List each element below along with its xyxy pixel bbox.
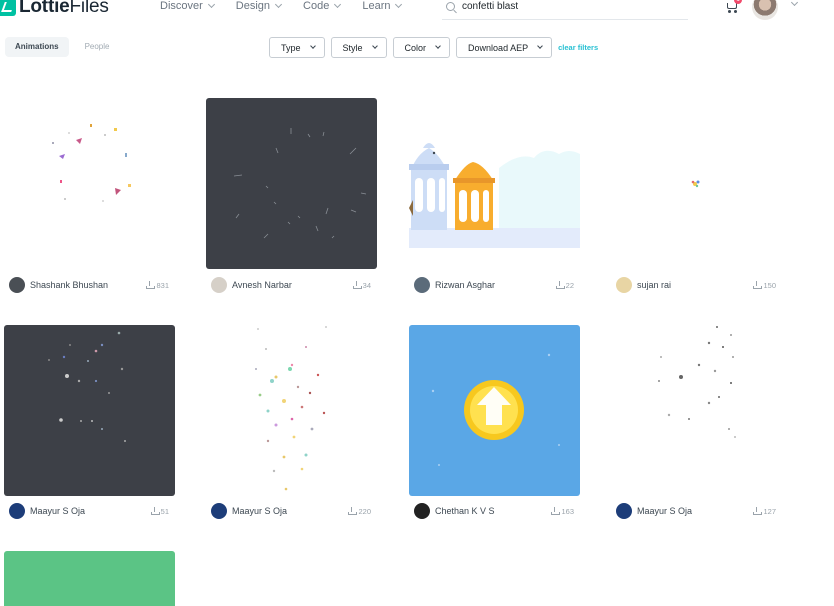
user-menu-chevron-down-icon[interactable] [790,0,799,7]
download-icon [348,507,358,515]
download-count: 831 [146,281,169,290]
chevron-down-icon [309,42,316,49]
tab-animations[interactable]: Animations [5,37,69,57]
card-meta: Avnesh Narbar 34 [206,277,377,293]
chevron-down-icon [537,42,543,49]
download-icon [150,507,160,515]
card-meta: Shashank Bhushan 831 [4,277,175,293]
author-name[interactable]: Maayur S Oja [30,506,151,516]
author-avatar[interactable] [414,277,430,293]
author-avatar[interactable] [211,503,227,519]
lottiefiles-logo[interactable]: LottieFiles [0,0,109,18]
author-name[interactable]: Maayur S Oja [232,506,348,516]
cart-button[interactable]: 1 [726,0,742,14]
colorful-confetti-preview [255,326,327,491]
chevron-down-icon [435,42,441,49]
cart-icon [727,3,737,9]
logo-text: LottieFiles [19,0,109,17]
download-count: 127 [753,507,776,516]
lottiefiles-logo-icon [0,0,16,16]
result-tabs: Animations People [5,37,119,57]
chevron-down-icon [371,42,378,49]
search-icon[interactable] [446,2,455,11]
confetti-burst-preview [233,128,367,239]
author-name[interactable]: Chethan K V S [435,506,551,516]
search-bar [442,0,688,20]
user-avatar[interactable] [752,0,778,20]
card-meta: Maayur S Oja 220 [206,503,377,519]
author-avatar[interactable] [616,277,632,293]
author-name[interactable]: Rizwan Asghar [435,280,556,290]
upgrade-coin-preview [431,353,560,466]
mosque-illustration-preview [409,143,580,248]
card-meta: Maayur S Oja 127 [611,503,782,519]
download-count: 163 [551,507,574,516]
author-name[interactable]: sujan rai [637,280,753,290]
small-burst-preview [691,180,700,188]
card-meta: Rizwan Asghar 22 [409,277,580,293]
download-count: 22 [555,281,574,290]
download-count: 34 [352,281,371,290]
sparse-confetti-preview [658,326,736,438]
download-icon [555,281,565,289]
download-icon [551,507,561,515]
author-name[interactable]: Maayur S Oja [637,506,753,516]
clear-filters-link[interactable]: clear filters [558,43,598,52]
author-name[interactable]: Avnesh Narbar [232,280,353,290]
main-nav: Discover Design Code Learn [160,0,423,12]
cart-count-badge: 1 [734,0,742,4]
download-icon [753,507,763,515]
animation-preview[interactable] [4,98,175,269]
author-avatar[interactable] [211,277,227,293]
confetti-ring-preview [52,124,131,202]
author-name[interactable]: Shashank Bhushan [30,280,146,290]
animation-preview[interactable] [611,325,782,496]
download-icon [352,281,362,289]
filter-bar: Type Style Color Download AEP clear filt… [269,37,598,58]
download-icon [146,281,156,289]
cart-wheel [728,10,731,13]
nav-design[interactable]: Design [236,0,283,12]
chevron-down-icon [207,0,215,8]
animation-preview[interactable] [4,551,175,606]
animation-preview[interactable] [206,325,377,496]
download-count: 51 [150,507,169,516]
download-aep-filter-dropdown[interactable]: Download AEP [456,37,553,58]
animation-preview[interactable] [409,325,580,496]
author-avatar[interactable] [9,277,25,293]
search-input[interactable] [462,1,682,12]
type-filter-dropdown[interactable]: Type [269,37,325,58]
dark-confetti-preview [48,331,126,442]
cart-wheel [734,10,737,13]
tab-people[interactable]: People [75,37,120,57]
animation-preview[interactable] [611,98,782,269]
card-meta: Chethan K V S 163 [409,503,580,519]
nav-discover[interactable]: Discover [160,0,215,12]
nav-code[interactable]: Code [303,0,342,12]
chevron-down-icon [395,0,403,8]
author-avatar[interactable] [9,503,25,519]
animation-preview[interactable] [4,325,175,496]
card-meta: sujan rai 150 [611,277,782,293]
style-filter-dropdown[interactable]: Style [330,37,387,58]
chevron-down-icon [275,0,283,8]
download-count: 220 [348,507,371,516]
card-meta: Maayur S Oja 51 [4,503,175,519]
author-avatar[interactable] [616,503,632,519]
download-count: 150 [753,281,776,290]
author-avatar[interactable] [414,503,430,519]
nav-learn[interactable]: Learn [362,0,403,12]
animation-preview[interactable] [409,98,580,269]
chevron-down-icon [334,0,342,8]
animation-preview[interactable] [206,98,377,269]
color-filter-dropdown[interactable]: Color [392,37,451,58]
download-icon [753,281,763,289]
top-header: LottieFiles Discover Design Code Learn 1 [0,0,834,22]
